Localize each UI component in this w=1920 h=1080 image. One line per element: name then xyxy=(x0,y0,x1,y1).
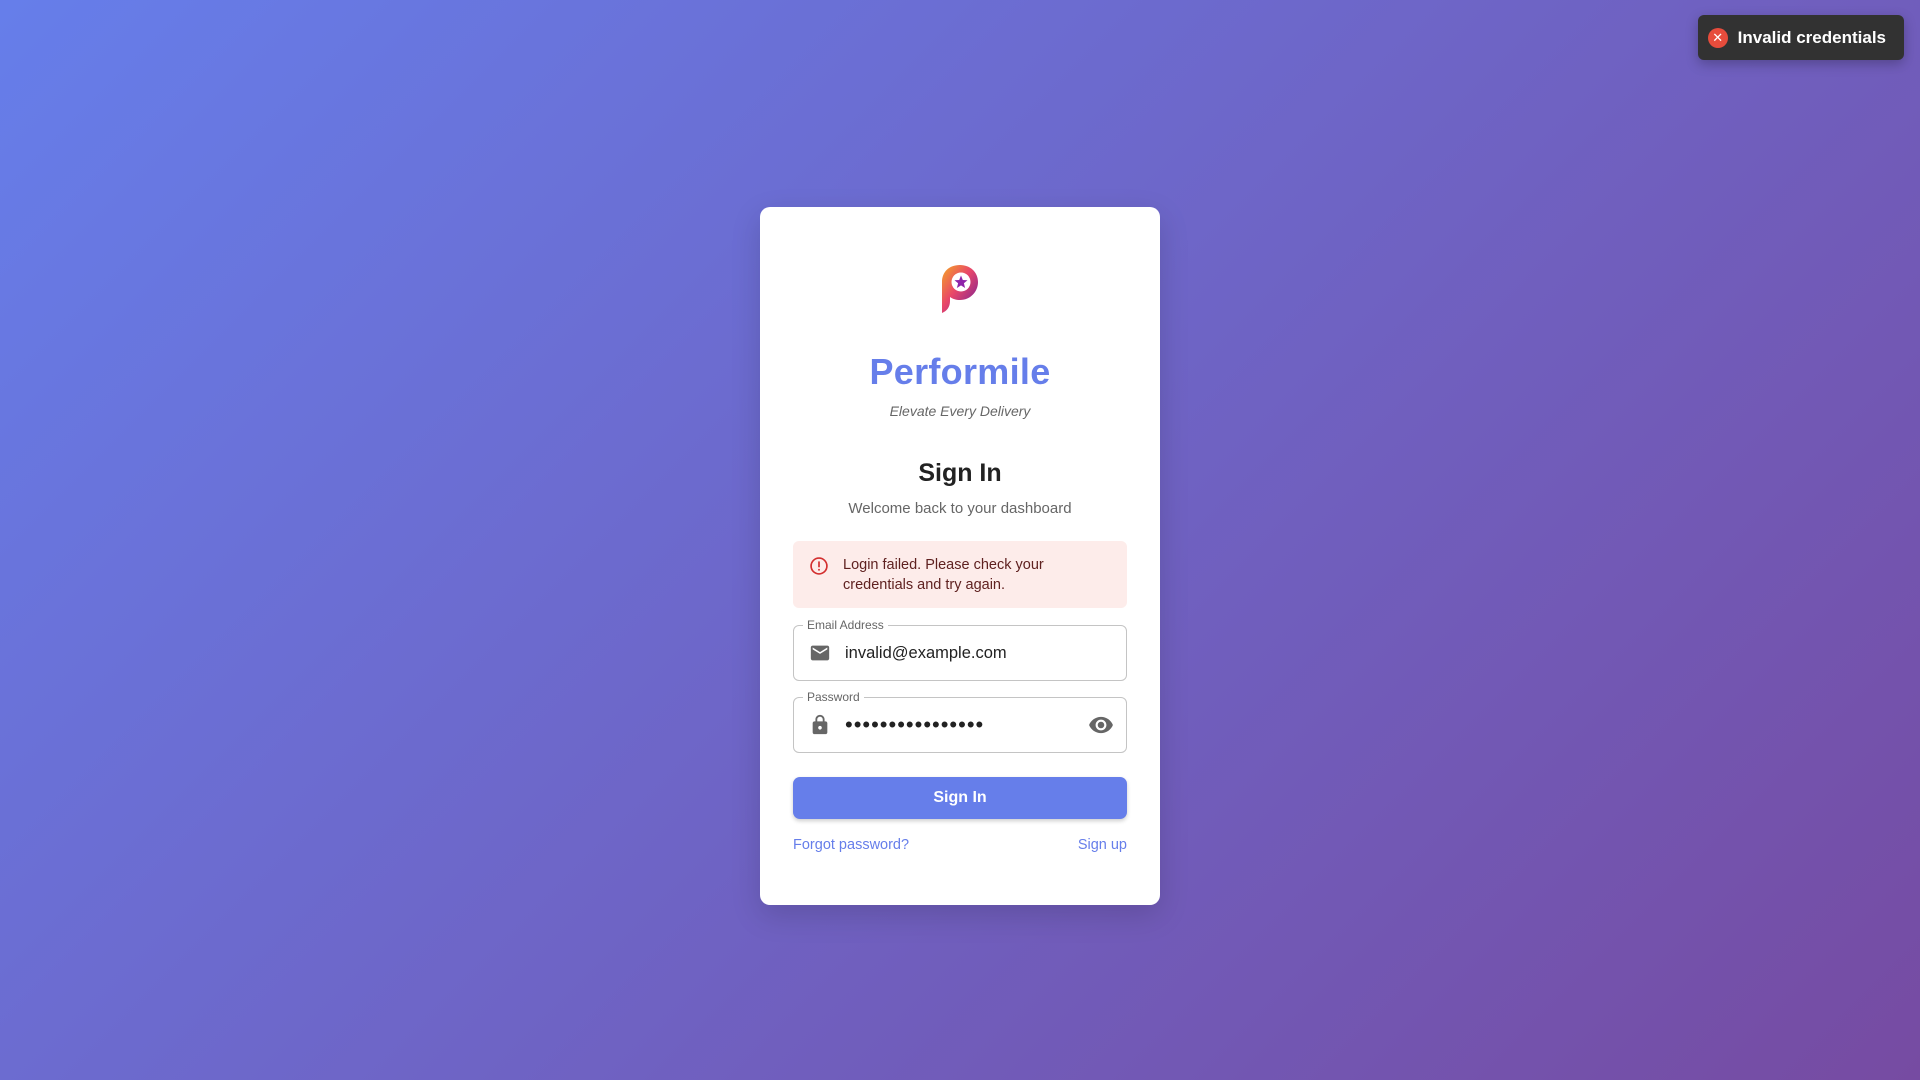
page-title: Sign In xyxy=(918,459,1002,487)
email-icon xyxy=(810,645,830,661)
eye-icon[interactable] xyxy=(1088,712,1114,738)
password-input[interactable]: •••••••••••••••• xyxy=(845,714,1088,736)
forgot-password-link[interactable]: Forgot password? xyxy=(793,837,909,853)
alert-circle-icon xyxy=(810,557,828,575)
email-input[interactable]: invalid@example.com xyxy=(845,644,1114,663)
performile-logo-icon xyxy=(942,265,978,313)
error-alert: Login failed. Please check your credenti… xyxy=(793,541,1127,608)
password-field[interactable]: Password •••••••••••••••• xyxy=(793,690,1127,753)
password-label: Password xyxy=(803,690,864,704)
brand-tagline: Elevate Every Delivery xyxy=(889,403,1031,419)
brand-name: Performile xyxy=(869,351,1051,392)
error-circle-icon: ✕ xyxy=(1707,27,1728,48)
toast-message: Invalid credentials xyxy=(1737,27,1886,47)
login-card: Performile Elevate Every Delivery Sign I… xyxy=(760,207,1160,905)
lock-icon xyxy=(812,714,828,735)
error-toast: ✕ Invalid credentials xyxy=(1697,15,1904,60)
sign-up-link[interactable]: Sign up xyxy=(1078,837,1127,853)
email-label: Email Address xyxy=(803,618,888,632)
error-message: Login failed. Please check your credenti… xyxy=(843,557,1044,593)
logo xyxy=(793,263,1127,315)
email-field[interactable]: Email Address invalid@example.com xyxy=(793,618,1127,681)
page-subtitle: Welcome back to your dashboard xyxy=(848,500,1072,517)
sign-in-button[interactable]: Sign In xyxy=(793,777,1127,819)
auth-links: Forgot password? Sign up xyxy=(793,837,1127,853)
